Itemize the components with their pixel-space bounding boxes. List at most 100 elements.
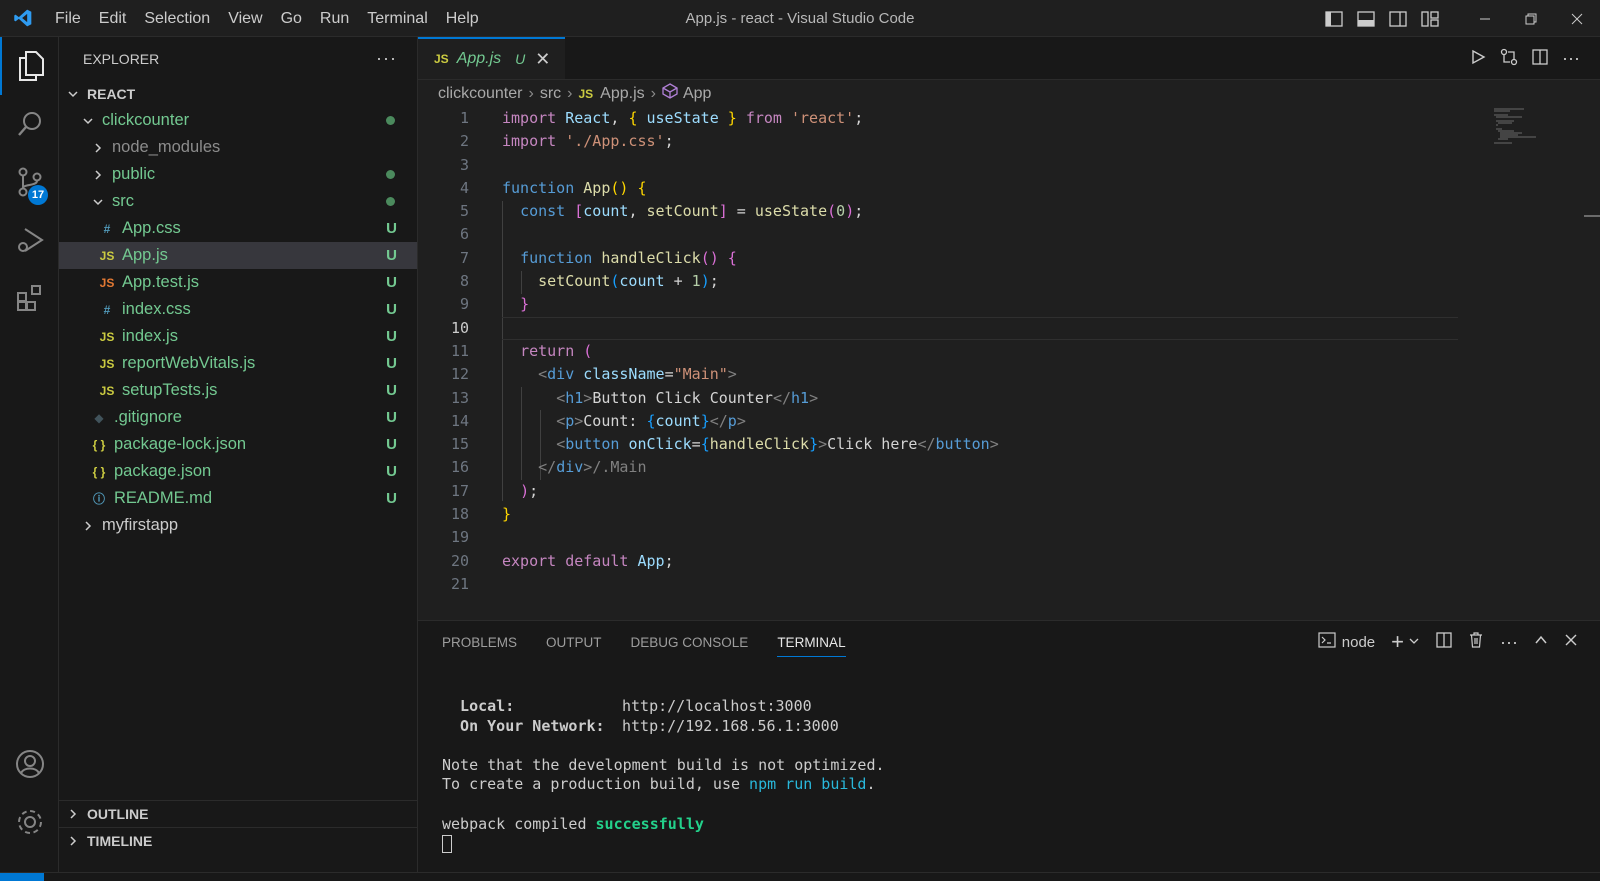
tab-app-js[interactable]: JS App.js U ✕ <box>418 37 565 79</box>
code-token: , <box>628 202 647 221</box>
terminal-output[interactable]: Local: http://localhost:3000 On Your Netw… <box>442 697 885 854</box>
tree-file[interactable]: { } package-lock.json U <box>59 431 417 458</box>
code-token: p <box>565 411 575 430</box>
chevron-right-icon: › <box>567 84 573 102</box>
manage-gear-icon[interactable] <box>0 793 59 851</box>
js-file-icon: JS <box>99 248 115 263</box>
code-token: [ <box>574 202 584 221</box>
workspace-root[interactable]: REACT <box>59 80 417 107</box>
tree-folder[interactable]: node_modules <box>59 134 417 161</box>
more-actions-icon[interactable]: ··· <box>1500 632 1518 653</box>
more-actions-icon[interactable]: ··· <box>376 48 397 69</box>
tree-folder[interactable]: clickcounter <box>59 107 417 134</box>
tab-problems[interactable]: PROBLEMS <box>442 635 517 650</box>
tab-close-icon[interactable]: ✕ <box>535 49 550 70</box>
trash-icon[interactable] <box>1468 632 1484 652</box>
menu-terminal[interactable]: Terminal <box>358 0 436 37</box>
split-editor-icon[interactable] <box>1532 48 1548 69</box>
tree-folder[interactable]: myfirstapp <box>59 512 417 539</box>
tab-output[interactable]: OUTPUT <box>546 635 602 650</box>
code-line: 10 <box>418 316 1558 340</box>
outline-section[interactable]: OUTLINE <box>59 800 417 827</box>
menu-help[interactable]: Help <box>437 0 488 37</box>
chevron-down-icon <box>90 194 106 210</box>
tree-file[interactable]: ⓘ README.md U <box>59 485 417 512</box>
menu-selection[interactable]: Selection <box>135 0 219 37</box>
git-untracked-badge: U <box>386 382 397 399</box>
toggle-panel-icon[interactable] <box>1350 0 1382 37</box>
menu-view[interactable]: View <box>219 0 271 37</box>
tree-file[interactable]: ◆ .gitignore U <box>59 404 417 431</box>
source-control-icon[interactable] <box>0 153 59 211</box>
search-icon[interactable] <box>0 95 59 153</box>
tree-item-label: public <box>112 165 156 183</box>
tab-terminal[interactable]: TERMINAL <box>777 635 846 657</box>
tree-file[interactable]: # index.css U <box>59 296 417 323</box>
minimap[interactable] <box>1490 107 1550 147</box>
breadcrumb-item[interactable]: App.js <box>600 85 644 103</box>
maximize-panel-icon[interactable] <box>1534 633 1548 651</box>
tab-debug-console[interactable]: DEBUG CONSOLE <box>631 635 749 650</box>
tree-file[interactable]: JS reportWebVitals.js U <box>59 350 417 377</box>
close-panel-icon[interactable] <box>1564 633 1578 651</box>
menu-run[interactable]: Run <box>311 0 358 37</box>
menu-file[interactable]: File <box>46 0 90 37</box>
customize-layout-icon[interactable] <box>1414 0 1446 37</box>
toggle-primary-sidebar-icon[interactable] <box>1318 0 1350 37</box>
extensions-icon[interactable] <box>0 269 59 327</box>
remote-indicator[interactable] <box>0 873 44 881</box>
code-token: ; <box>529 481 539 500</box>
code-token: export <box>502 551 566 570</box>
tree-folder[interactable]: public <box>59 161 417 188</box>
tree-file[interactable]: JS index.js U <box>59 323 417 350</box>
terminal-local-url[interactable]: http://localhost:3000 <box>622 697 812 715</box>
tree-file[interactable]: # App.css U <box>59 215 417 242</box>
breadcrumb-item[interactable]: src <box>540 85 561 103</box>
tree-file[interactable]: JS setupTests.js U <box>59 377 417 404</box>
run-debug-icon[interactable] <box>0 211 59 269</box>
tree-item-label: setupTests.js <box>122 381 218 399</box>
current-line-highlight <box>502 316 1458 340</box>
terminal-network-url[interactable]: http://192.168.56.1:3000 <box>622 717 839 735</box>
new-terminal-icon[interactable]: + <box>1391 629 1404 655</box>
tree-file[interactable]: JS App.test.js U <box>59 269 417 296</box>
tree-folder[interactable]: src <box>59 188 417 215</box>
explorer-icon[interactable] <box>0 37 59 95</box>
code-token: ( <box>827 202 837 221</box>
timeline-section[interactable]: TIMELINE <box>59 827 417 854</box>
line-number: 12 <box>450 365 469 384</box>
accounts-icon[interactable] <box>0 735 59 793</box>
git-untracked-badge: U <box>386 355 397 372</box>
terminal-name[interactable]: node <box>1342 634 1375 651</box>
code-editor[interactable]: 1 import React, { useState } from 'react'… <box>418 107 1558 596</box>
toggle-secondary-sidebar-icon[interactable] <box>1382 0 1414 37</box>
code-token: { <box>727 248 737 267</box>
line-number: 3 <box>459 155 469 174</box>
scrollbar-marker[interactable] <box>1584 215 1600 217</box>
code-token: = <box>691 435 701 454</box>
line-number: 4 <box>459 178 469 197</box>
close-icon[interactable] <box>1554 0 1600 37</box>
minimize-icon[interactable] <box>1462 0 1508 37</box>
code-token: onClick <box>628 435 692 454</box>
explorer-title: EXPLORER <box>83 50 160 67</box>
breadcrumb-item[interactable]: App <box>683 85 711 103</box>
split-terminal-icon[interactable] <box>1436 632 1452 652</box>
more-actions-icon[interactable]: ··· <box>1562 48 1580 69</box>
tree-file[interactable]: { } package.json U <box>59 458 417 485</box>
code-token: + <box>664 272 692 291</box>
code-line: 18} <box>418 503 1558 526</box>
code-token: useState <box>646 109 719 127</box>
tree-file[interactable]: JS App.js U <box>59 242 417 269</box>
chevron-down-icon[interactable] <box>1408 634 1420 651</box>
code-token: Click here <box>827 435 918 454</box>
breadcrumb-item[interactable]: clickcounter <box>438 85 522 103</box>
menu-edit[interactable]: Edit <box>90 0 136 37</box>
run-icon[interactable] <box>1470 49 1486 69</box>
compare-changes-icon[interactable] <box>1500 48 1518 70</box>
restore-icon[interactable] <box>1508 0 1554 37</box>
menu-go[interactable]: Go <box>272 0 311 37</box>
